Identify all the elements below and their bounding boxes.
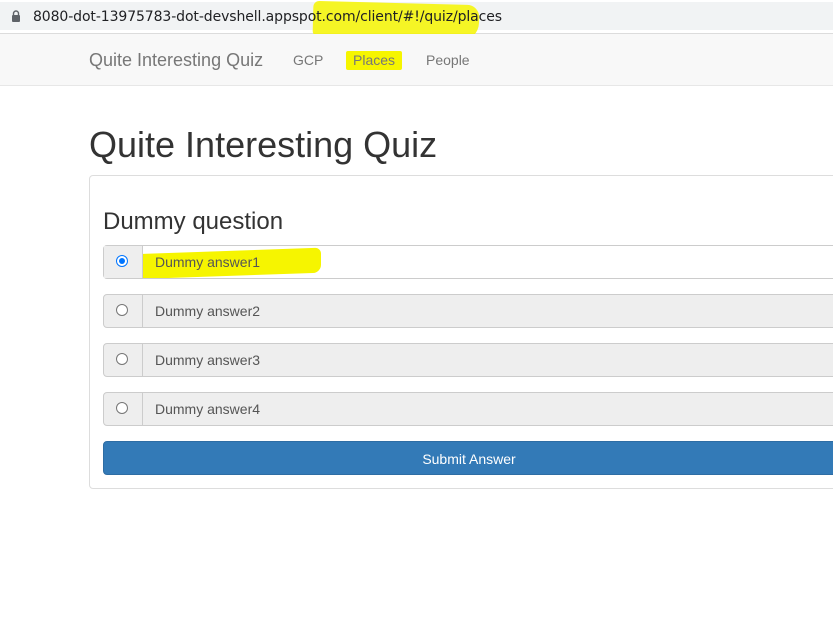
nav-link-people[interactable]: People <box>426 52 470 68</box>
nav-link-places[interactable]: Places <box>353 52 395 68</box>
answer-label-3[interactable]: Dummy answer3 <box>155 352 260 368</box>
url-field-container[interactable]: 8080-dot-13975783-dot-devshell.appspot.c… <box>0 0 833 42</box>
url-text[interactable]: 8080-dot-13975783-dot-devshell.appspot.c… <box>33 9 502 25</box>
browser-address-bar: 8080-dot-13975783-dot-devshell.appspot.c… <box>0 0 833 42</box>
question-text: Dummy question <box>103 208 284 235</box>
nav-link-gcp[interactable]: GCP <box>293 52 323 68</box>
navbar-brand[interactable]: Quite Interesting Quiz <box>89 50 263 71</box>
answer-radio-2[interactable] <box>116 304 128 316</box>
answer-radio-cell[interactable] <box>104 344 143 376</box>
answer-radio-cell[interactable] <box>104 295 143 327</box>
answer-option-2[interactable]: Dummy answer2 <box>103 294 833 328</box>
answer-label-1[interactable]: Dummy answer1 <box>155 254 260 270</box>
answer-option-3[interactable]: Dummy answer3 <box>103 343 833 377</box>
answer-radio-cell[interactable] <box>104 393 143 425</box>
page-title: Quite Interesting Quiz <box>89 124 438 165</box>
submit-answer-button[interactable]: Submit Answer <box>103 441 833 475</box>
lock-icon[interactable] <box>11 10 21 22</box>
answer-label-4[interactable]: Dummy answer4 <box>155 401 260 417</box>
answer-radio-1[interactable] <box>116 255 128 267</box>
answer-option-4[interactable]: Dummy answer4 <box>103 392 833 426</box>
answer-radio-3[interactable] <box>116 353 128 365</box>
top-navbar: Quite Interesting Quiz GCP Places People <box>0 34 833 86</box>
answer-radio-cell[interactable] <box>104 246 143 278</box>
answer-radio-4[interactable] <box>116 402 128 414</box>
answer-option-1[interactable]: Dummy answer1 <box>103 245 833 279</box>
answer-label-2[interactable]: Dummy answer2 <box>155 303 260 319</box>
